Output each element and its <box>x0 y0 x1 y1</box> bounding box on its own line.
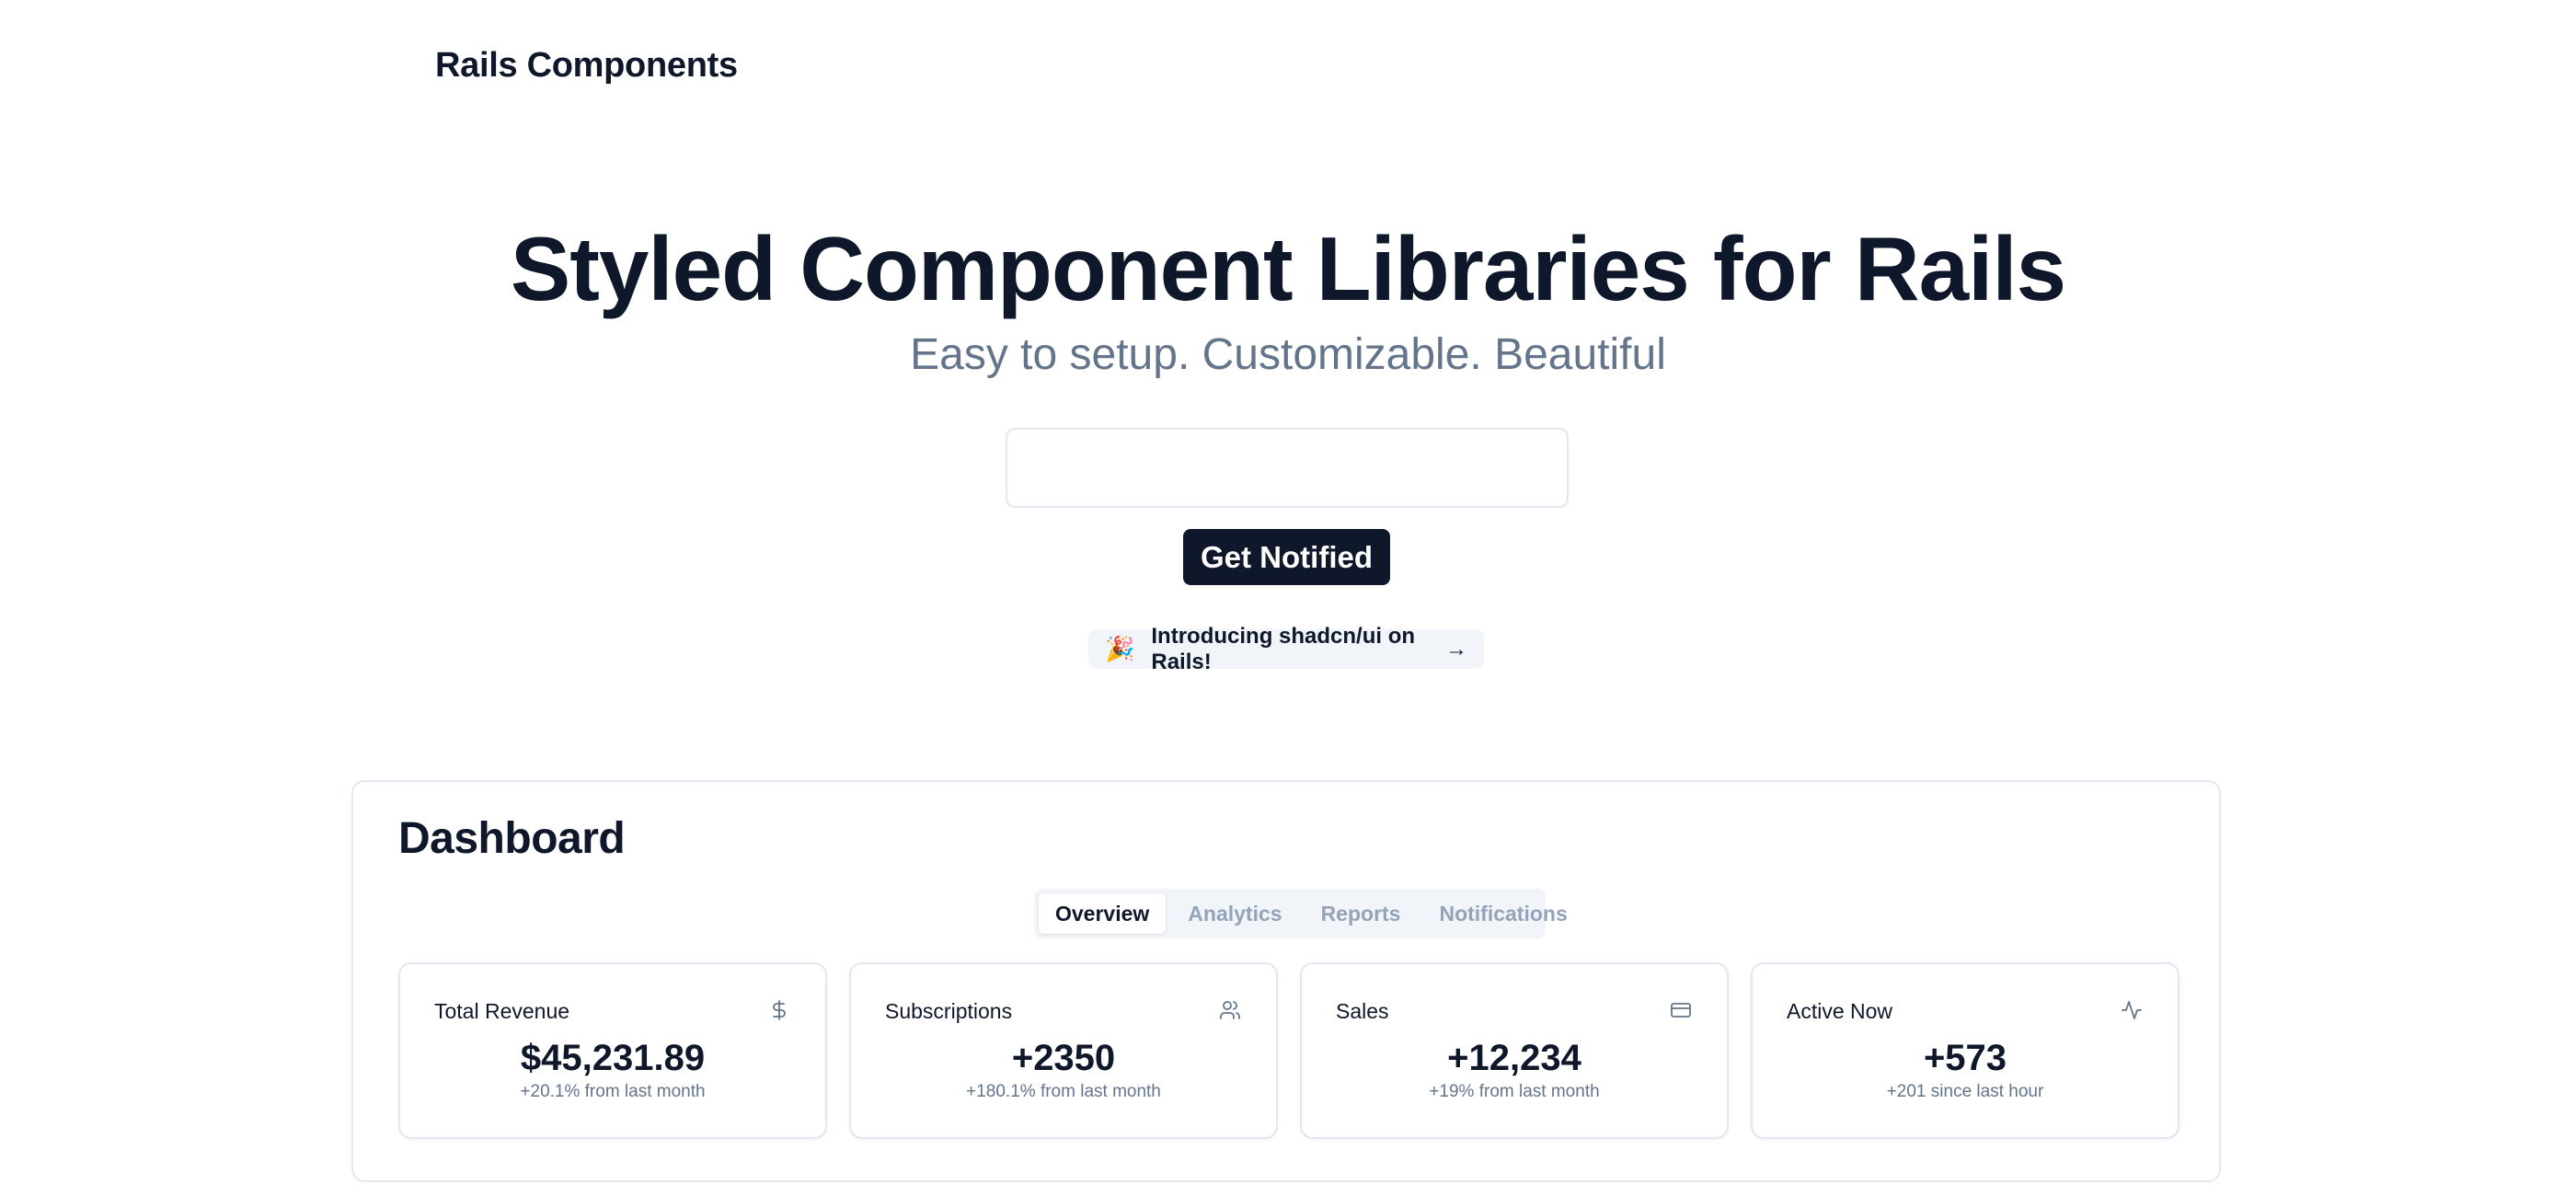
announcement-text: Introducing shadcn/ui on Rails! <box>1151 623 1416 674</box>
party-popper-icon: 🎉 <box>1105 635 1135 662</box>
get-notified-button[interactable]: Get Notified <box>1183 529 1390 585</box>
dollar-sign-icon <box>768 999 790 1021</box>
tab-overview[interactable]: Overview <box>1039 893 1167 934</box>
card-value: +12,234 <box>1447 1038 1581 1078</box>
credit-card-icon <box>1670 999 1692 1021</box>
stat-cards: Total Revenue $45,231.89 +20.1% from las… <box>398 962 2179 1139</box>
stat-card-sales: Sales +12,234 +19% from last month <box>1300 962 1729 1139</box>
card-note: +180.1% from last month <box>966 1082 1161 1101</box>
announcement-badge[interactable]: 🎉 Introducing shadcn/ui on Rails! → <box>1088 624 1484 674</box>
dashboard-panel: Dashboard Overview Analytics Reports Not… <box>351 780 2221 1182</box>
card-note: +19% from last month <box>1429 1082 1600 1101</box>
card-title: Sales <box>1336 999 1389 1023</box>
users-icon <box>1219 999 1241 1021</box>
card-note: +201 since last hour <box>1886 1082 2044 1101</box>
hero-title: Styled Component Libraries for Rails <box>510 218 2066 319</box>
card-value: +2350 <box>1011 1038 1116 1078</box>
tab-analytics[interactable]: Analytics <box>1171 893 1298 934</box>
card-title: Active Now <box>1787 999 1893 1023</box>
stat-card-subscriptions: Subscriptions +2350 +180.1% from last mo… <box>849 962 1278 1139</box>
email-input[interactable] <box>1006 428 1569 508</box>
card-title: Subscriptions <box>885 999 1013 1023</box>
brand-logo[interactable]: Rails Components <box>435 46 738 86</box>
stat-card-active-now: Active Now +573 +201 since last hour <box>1751 962 2179 1139</box>
dashboard-tabs: Overview Analytics Reports Notifications <box>1034 889 1568 938</box>
tab-reports[interactable]: Reports <box>1305 893 1418 934</box>
activity-icon <box>2121 999 2143 1021</box>
page: Rails Components Styled Component Librar… <box>0 0 2576 1196</box>
arrow-right-icon: → <box>1445 636 1467 661</box>
hero-subtitle: Easy to setup. Customizable. Beautiful <box>910 330 1666 379</box>
card-title: Total Revenue <box>434 999 570 1023</box>
tab-notifications[interactable]: Notifications <box>1422 893 1583 934</box>
card-value: $45,231.89 <box>520 1038 706 1078</box>
card-note: +20.1% from last month <box>520 1082 706 1101</box>
card-value: +573 <box>1923 1038 2007 1078</box>
stat-card-total-revenue: Total Revenue $45,231.89 +20.1% from las… <box>398 962 827 1139</box>
dashboard-title: Dashboard <box>398 814 626 863</box>
